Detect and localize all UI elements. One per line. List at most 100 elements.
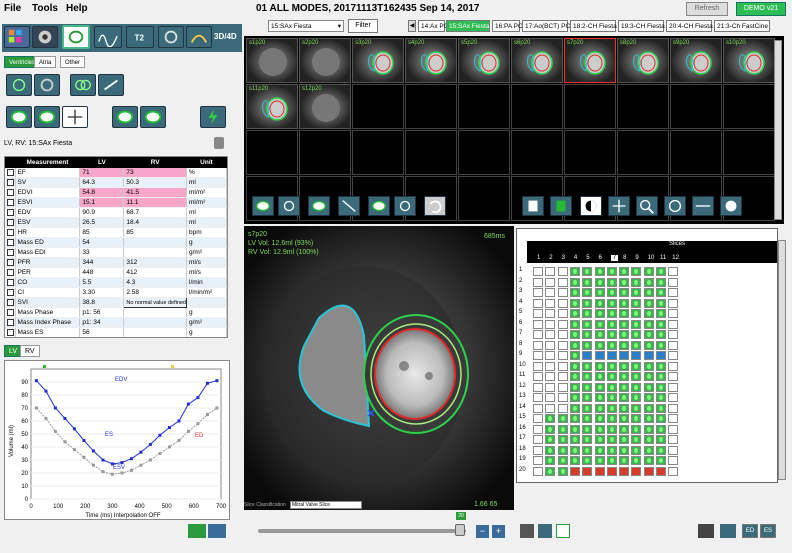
slice-col-label[interactable]: 3 — [562, 255, 565, 261]
grid-cell[interactable] — [569, 351, 580, 360]
grid-cell[interactable] — [643, 309, 654, 318]
table-row[interactable]: EDVI 54.8 41.5 ml/m² — [5, 187, 227, 198]
grid-cell[interactable] — [582, 309, 593, 318]
grid-cell[interactable] — [643, 372, 654, 381]
grid-cell[interactable] — [631, 298, 642, 308]
heart-tool-icon[interactable] — [278, 196, 300, 216]
grid-cell[interactable] — [569, 456, 580, 465]
slice-col-label[interactable]: 11 — [660, 255, 666, 261]
grid-cell[interactable] — [545, 435, 556, 444]
grid-cell[interactable] — [594, 351, 605, 360]
rv-contour-icon[interactable] — [140, 106, 166, 128]
grid-cell[interactable] — [606, 267, 617, 276]
grid-cell[interactable] — [619, 351, 630, 360]
grid-cell[interactable] — [533, 319, 543, 329]
row-checkbox[interactable] — [5, 227, 16, 238]
cardiac-image[interactable]: s7p20 LV Vol: 12.6ml (93%) RV Vol: 12.9m… — [244, 226, 514, 510]
grid-cell[interactable] — [545, 361, 556, 371]
grid-cell[interactable] — [582, 414, 593, 423]
segment-ed-es-icon[interactable] — [34, 74, 60, 96]
grid-cell[interactable] — [569, 288, 580, 297]
grid-cell[interactable] — [545, 330, 556, 339]
grid-cell[interactable] — [656, 330, 666, 339]
grid-cell[interactable] — [619, 466, 630, 476]
table-row[interactable]: HR 85 85 bpm — [5, 227, 227, 238]
grid-cell[interactable] — [606, 424, 617, 434]
grid-cell[interactable] — [668, 351, 679, 360]
contrast-icon[interactable] — [580, 196, 602, 216]
grid-cell[interactable] — [594, 466, 605, 476]
table-row[interactable]: ESVI 15.1 11.1 ml/m² — [5, 197, 227, 208]
grid-cell[interactable] — [545, 319, 556, 329]
grid-cell[interactable] — [582, 403, 593, 413]
grid-cell[interactable] — [569, 466, 580, 476]
grid-cell[interactable] — [582, 288, 593, 297]
grid-cell[interactable] — [619, 414, 630, 423]
table-row[interactable]: CI 3.30 2.58 l/min/m² — [5, 287, 227, 298]
grid-cell[interactable] — [606, 372, 617, 381]
row-checkbox[interactable] — [5, 187, 16, 198]
check-icon[interactable] — [7, 219, 14, 226]
table-row[interactable]: SVI 38.8 No normal value defined — [5, 297, 227, 308]
grid-cell[interactable] — [569, 298, 580, 308]
line-tool-icon[interactable] — [338, 196, 360, 216]
grid-cell[interactable] — [631, 466, 642, 476]
row-checkbox[interactable] — [5, 247, 16, 258]
plus-button[interactable]: + — [492, 525, 505, 538]
thumbnail-image[interactable]: s9p20 — [670, 38, 722, 83]
copy-icon[interactable] — [522, 196, 544, 216]
table-row[interactable]: Mass ESI34 g/m² — [5, 338, 227, 339]
grid-cell[interactable] — [533, 445, 543, 455]
grid-cell[interactable] — [545, 288, 556, 297]
pan-icon[interactable] — [608, 196, 630, 216]
row-checkbox[interactable] — [5, 287, 16, 298]
series-tab[interactable]: 19:3-CH Fiesta — [618, 20, 665, 32]
grid-cell[interactable] — [533, 330, 543, 339]
grid-cell[interactable] — [606, 382, 617, 392]
grid-cell[interactable] — [643, 319, 654, 329]
grid-cell[interactable] — [557, 372, 568, 381]
grid-cell[interactable] — [594, 319, 605, 329]
grid-view-icon[interactable] — [4, 26, 30, 48]
grid-cell[interactable] — [557, 298, 568, 308]
grid-cell[interactable] — [557, 424, 568, 434]
grid-cell[interactable] — [557, 340, 568, 350]
grid-cell[interactable] — [606, 319, 617, 329]
grid-cell[interactable] — [533, 424, 543, 434]
segment-all-icon[interactable] — [70, 74, 96, 96]
grid-cell[interactable] — [643, 403, 654, 413]
grid-cell[interactable] — [619, 435, 630, 444]
move-points-icon[interactable] — [62, 106, 88, 128]
grid-cell[interactable] — [582, 340, 593, 350]
grid-cell[interactable] — [619, 298, 630, 308]
thumbnail-image[interactable]: s3p20 — [352, 38, 404, 83]
row-checkbox[interactable] — [5, 217, 16, 228]
auto-segment-icon[interactable] — [6, 74, 32, 96]
series-tab[interactable]: 18:2-CH Fiesta — [570, 20, 617, 32]
grid-cell[interactable] — [569, 382, 580, 392]
grid-cell[interactable] — [631, 319, 642, 329]
grid-cell[interactable] — [631, 435, 642, 444]
grid-cell[interactable] — [533, 288, 543, 297]
series-tab[interactable]: 14:Ax PC — [418, 20, 448, 32]
grid-cell[interactable] — [668, 267, 679, 276]
slice-classification-select[interactable]: Mitral Valve Slice — [290, 501, 362, 509]
grid-cell[interactable] — [668, 361, 679, 371]
grid-cell[interactable] — [545, 424, 556, 434]
grid-cell[interactable] — [606, 435, 617, 444]
grid-cell[interactable] — [656, 267, 666, 276]
grid-cell[interactable] — [533, 403, 543, 413]
grid-cell[interactable] — [631, 340, 642, 350]
series-tab[interactable]: 16:PA PC — [492, 20, 523, 32]
grid-cell[interactable] — [545, 456, 556, 465]
check-icon[interactable] — [7, 229, 14, 236]
menu-help[interactable]: Help — [66, 3, 88, 14]
grid-cell[interactable] — [545, 445, 556, 455]
camera-icon[interactable] — [520, 524, 534, 538]
grid-cell[interactable] — [668, 424, 679, 434]
grid-cell[interactable] — [656, 309, 666, 318]
check-icon[interactable] — [7, 259, 14, 266]
thumbnail-image[interactable]: s7p20 — [564, 38, 616, 83]
grid-cell[interactable] — [619, 424, 630, 434]
grid-cell[interactable] — [619, 340, 630, 350]
